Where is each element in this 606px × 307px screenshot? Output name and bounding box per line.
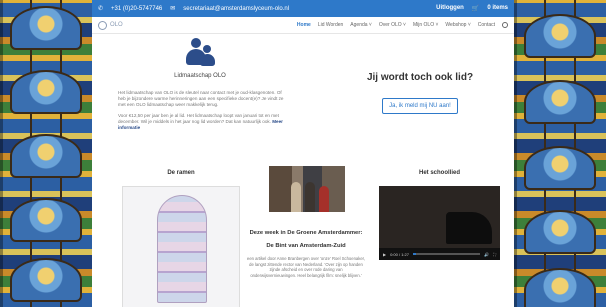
play-icon[interactable]: ▶ <box>383 252 386 257</box>
nav-item-webshop[interactable]: Webshop ˅ <box>445 22 470 28</box>
stained-glass-left <box>0 0 92 307</box>
groene-article: Deze week in De Groene Amsterdammer: De … <box>246 230 366 278</box>
fullscreen-icon[interactable]: ⛶ <box>493 252 496 257</box>
groene-text: een artikel door Anne Branbergen over 'o… <box>247 256 365 278</box>
signup-button[interactable]: Ja, ik meld mij NU aan! <box>382 98 458 114</box>
nav-menu: Home Lid Worden Agenda ˅ Over OLO ˅ Mijn… <box>297 22 508 28</box>
membership-text: Het lidmaatschap van OLO is de sleutel n… <box>118 90 288 135</box>
logout-link[interactable]: Uitloggen <box>436 5 464 12</box>
video-player-controls: ▶ 0:00 / 1:27 🔊 ⛶ <box>379 248 500 260</box>
cart-icon[interactable]: 🛒 <box>472 5 479 12</box>
membership-paragraph-1: Het lidmaatschap van OLO is de sleutel n… <box>118 90 284 108</box>
nav-item-over-olo[interactable]: Over OLO ˅ <box>379 22 406 28</box>
nav-item-mijn-olo[interactable]: Mijn OLO ˅ <box>413 22 438 28</box>
membership-block: Lidmaatschap OLO <box>120 36 280 79</box>
ramen-title: De ramen <box>167 170 195 176</box>
stained-glass-right <box>514 0 606 307</box>
site-logo[interactable]: OLO <box>98 20 123 30</box>
join-block: Jij wordt toch ook lid? Ja, ik meld mij … <box>360 72 480 114</box>
schoollied-title: Het schoollied <box>418 170 460 176</box>
membership-title: Lidmaatschap OLO <box>174 73 226 79</box>
top-bar: ✆ +31 (0)20-5747746 ✉ secretariaat@amste… <box>92 0 514 17</box>
nav-item-home[interactable]: Home <box>297 22 311 28</box>
groene-title: Deze week in De Groene Amsterdammer: <box>249 230 363 236</box>
piano-image <box>446 212 492 244</box>
nav-item-agenda[interactable]: Agenda ˅ <box>350 22 372 28</box>
email-address[interactable]: secretariaat@amsterdamslyceum-olo.nl <box>183 6 289 12</box>
cart-count[interactable]: 0 items <box>487 5 508 12</box>
logo-icon <box>98 20 107 30</box>
search-icon[interactable] <box>502 22 508 28</box>
main-content: Lidmaatschap OLO Het lidmaatschap van OL… <box>92 34 514 307</box>
people-icon <box>182 36 218 68</box>
video-progress-bar[interactable] <box>412 253 481 255</box>
video-time: 0:00 / 1:27 <box>390 251 409 257</box>
nav-item-lid-worden[interactable]: Lid Worden <box>318 22 343 28</box>
membership-paragraph-2: Voor €12,50 per jaar ben je al lid. Het … <box>118 112 283 131</box>
email-icon: ✉ <box>170 6 176 12</box>
main-nav: OLO Home Lid Worden Agenda ˅ Over OLO ˅ … <box>92 17 514 34</box>
phone-number[interactable]: +31 (0)20-5747746 <box>111 6 162 12</box>
join-title: Jij wordt toch ook lid? <box>366 72 474 83</box>
schoollied-video[interactable]: ▶ 0:00 / 1:27 🔊 ⛶ <box>379 186 500 260</box>
groene-photo[interactable] <box>269 166 345 212</box>
volume-icon[interactable]: 🔊 <box>484 252 489 257</box>
groene-subtitle: De Bint van Amsterdam-Zuid <box>266 243 346 249</box>
logo-text: OLO <box>110 22 123 28</box>
phone-icon: ✆ <box>98 6 104 12</box>
stained-window-image[interactable] <box>122 186 240 307</box>
nav-item-contact[interactable]: Contact <box>478 22 495 28</box>
